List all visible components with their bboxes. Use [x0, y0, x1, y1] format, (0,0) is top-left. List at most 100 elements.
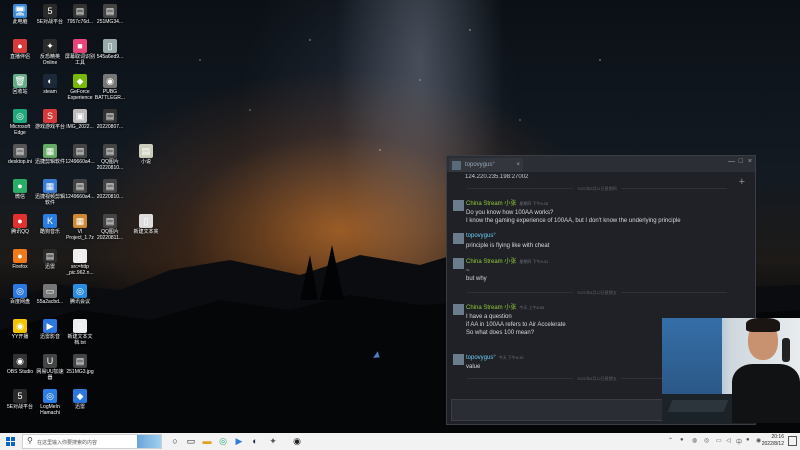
day-separator: 2022年8月12日星期五: [467, 290, 727, 299]
icon-qq-image-2[interactable]: ▤ QQ图片 20220811...: [94, 212, 126, 241]
icon-file-2511[interactable]: ▤ 251MG34...: [94, 2, 126, 25]
icon-xunlei-video[interactable]: ▶ 迅雷影音: [34, 317, 66, 340]
desktop-icon-label: 百度网盘: [9, 299, 30, 305]
clock[interactable]: 20:16 2022/8/12: [762, 434, 784, 448]
icon-xunlei[interactable]: ▤ 迅雷: [34, 247, 66, 270]
icon-wechat[interactable]: ● 微信: [4, 177, 36, 200]
icon-5e-platform-2-icon: 5: [13, 389, 27, 403]
icon-pubg[interactable]: ◉ PUBG BATTLEGR...: [94, 72, 126, 101]
network-icon[interactable]: ▭: [716, 437, 722, 444]
icon-screen-tool-icon: ■: [73, 39, 87, 53]
avatar: [453, 304, 464, 315]
icon-video-editor[interactable]: ▦ 迅捷剪辑软件: [34, 142, 66, 165]
task-view-icon[interactable]: ○: [168, 433, 182, 450]
chat-tab[interactable]: topovygus° ×: [449, 158, 523, 172]
volume-icon[interactable]: ◁: [726, 437, 731, 444]
app-icon[interactable]: ◍: [692, 437, 697, 444]
icon-file-1249b-icon: ▤: [73, 179, 87, 193]
icon-logmein[interactable]: ◎ LogMeIn Hamachi: [34, 387, 66, 416]
icon-uu[interactable]: U 网易UU加速器: [34, 352, 66, 381]
close-window-icon[interactable]: ×: [748, 158, 752, 165]
close-tab-icon[interactable]: ×: [516, 158, 520, 172]
icon-edge[interactable]: ◎ Microsoft Edge: [4, 107, 36, 136]
icon-img-2022[interactable]: ▣ IMG_2022...: [64, 107, 96, 130]
icon-obs[interactable]: ◉ OBS Studio: [4, 352, 36, 375]
edge-icon[interactable]: ◎: [216, 433, 230, 450]
icon-logmein-icon: ◎: [43, 389, 57, 403]
app-icon[interactable]: ●: [680, 437, 684, 443]
icon-new-text-icon: ▯: [139, 214, 153, 228]
desktop-icon-label: 新建文本文 档.txt: [67, 334, 93, 346]
icon-video-converter[interactable]: ▦ 迅捷视频剪辑软件: [34, 177, 66, 206]
icon-file-1249[interactable]: ▤ 1249660a4...: [64, 142, 96, 165]
icon-new-doc-icon: ▯: [73, 319, 87, 333]
file-explorer-icon[interactable]: ▬: [200, 433, 214, 450]
desktop-icon-label: 迅捷视频剪辑软件: [34, 194, 65, 206]
icon-wechat-icon: ●: [13, 179, 27, 193]
multitask-icon[interactable]: ▭: [184, 433, 198, 450]
icon-game-platform-icon: S: [43, 109, 57, 123]
icon-small-game[interactable]: ▤ 小说: [130, 142, 162, 165]
icon-file-20220807-icon: ▤: [103, 109, 117, 123]
icon-game-platform[interactable]: S 游戏游戏平台: [34, 107, 66, 130]
icon-file-7957[interactable]: ▤ 7957c76d...: [64, 2, 96, 25]
icon-new-text[interactable]: ▯ 新建文本夹: [130, 212, 162, 235]
icon-src-http[interactable]: ▯ src=http _pic.962.n...: [64, 247, 96, 276]
icon-5e-platform-2[interactable]: 5 5E对战平台: [4, 387, 36, 410]
icon-vi-project[interactable]: ▦ VI Project_1.7z: [64, 212, 96, 241]
notification-icon[interactable]: [788, 436, 797, 446]
icon-kugou-music-icon: K: [43, 214, 57, 228]
chat-input[interactable]: [451, 399, 663, 421]
icon-screen-tool[interactable]: ■ 屏幕取词识别工具: [64, 37, 96, 66]
minimize-icon[interactable]: —: [728, 158, 735, 165]
icon-qq-image[interactable]: ▤ QQ图片 20220810...: [94, 142, 126, 171]
icon-this-pc[interactable]: 🖥 此电脑: [4, 2, 36, 25]
maximize-icon[interactable]: □: [739, 158, 743, 165]
icon-recycle-bin[interactable]: 🗑 回收站: [4, 72, 36, 95]
icon-recycle-bin-icon: 🗑: [13, 74, 27, 88]
icon-kugou-music[interactable]: K 酷狗音乐: [34, 212, 66, 235]
icon-tencent-qq[interactable]: ● 腾讯QQ: [4, 212, 36, 235]
desktop-icon-label: 回收站: [12, 89, 28, 95]
ime-icon[interactable]: 中: [736, 437, 742, 446]
steam-icon[interactable]: ◐: [248, 433, 262, 450]
taskbar-search[interactable]: ⚲ 在这里输入你要搜索的内容: [22, 434, 162, 449]
message-line: Do you know how 100AA works?: [466, 210, 554, 216]
icon-tencent-meeting[interactable]: ◎ 腾讯会议: [64, 282, 96, 305]
icon-baidu-netdisk[interactable]: ◎ 百度网盘: [4, 282, 36, 305]
desktop-icon-label: 20220810...: [96, 194, 124, 200]
icon-live-companion[interactable]: ● 直播伴侣: [4, 37, 36, 60]
app-icon[interactable]: ◎: [704, 437, 709, 444]
icon-file-1249b[interactable]: ▤ 1249660a4...: [64, 177, 96, 200]
icon-5e-platform[interactable]: 5 5E对战平台: [34, 2, 66, 25]
icon-steam[interactable]: ◐ steam: [34, 72, 66, 95]
icon-desktop-ini[interactable]: ▤ desktop.ini: [4, 142, 36, 165]
obs-icon[interactable]: ◉: [290, 433, 304, 450]
icon-file-20220810[interactable]: ▤ 20220810...: [94, 177, 126, 200]
icon-file-545a[interactable]: ▯ 545a6ed9...: [94, 37, 126, 60]
icon-file-20220807[interactable]: ▤ 20220807...: [94, 107, 126, 130]
desktop-icon-label: 腾讯会议: [69, 299, 90, 305]
webcam-person-body: [732, 364, 800, 423]
icon-yy[interactable]: ◉ YY开播: [4, 317, 36, 340]
xunlei-video-icon[interactable]: ▶: [232, 433, 246, 450]
icon-firefox[interactable]: ● Firefox: [4, 247, 36, 270]
desktop-icon-label: 1249660a4...: [65, 159, 95, 165]
desktop-icon-label: 屏幕取词识别工具: [64, 54, 95, 66]
icon-edge-icon: ◎: [13, 109, 27, 123]
icon-xunlei-2[interactable]: ◆ 迅雷: [64, 387, 96, 410]
app-icon[interactable]: ◉: [756, 437, 761, 444]
app-icon[interactable]: ●: [746, 437, 750, 443]
cs-icon[interactable]: ✦: [266, 433, 280, 450]
icon-55a2[interactable]: ▭ 55a2acbd...: [34, 282, 66, 305]
start-button[interactable]: [4, 433, 16, 450]
sender-name: China Stream 小张 星期四 下午6:28: [466, 201, 549, 207]
icon-new-doc[interactable]: ▯ 新建文本文 档.txt: [64, 317, 96, 346]
desktop-icon-label: 55a2acbd...: [36, 299, 64, 305]
icon-geforce[interactable]: ◆ GeForce Experience: [64, 72, 96, 101]
search-highlight-image: [137, 435, 161, 448]
desktop-icon-label: 小说: [140, 159, 151, 165]
icon-elite-online[interactable]: ✦ 反恐精英 Online: [34, 37, 66, 66]
up-arrow-icon[interactable]: ⌃: [668, 437, 673, 444]
icon-251mg[interactable]: ▤ 251MG3.jpg: [64, 352, 96, 375]
